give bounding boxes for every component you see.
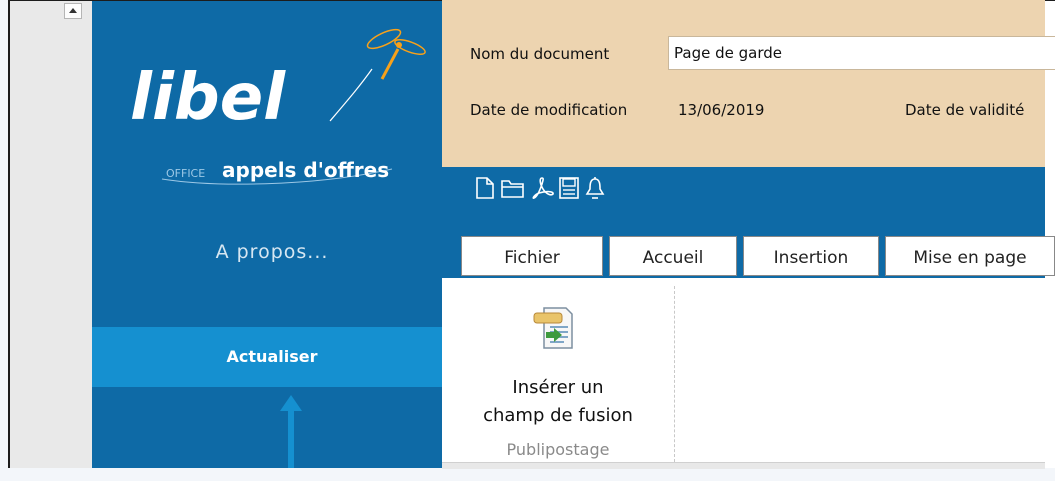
new-document-icon[interactable] <box>474 176 496 200</box>
group-label-publipostage: Publipostage <box>506 440 610 459</box>
document-name-field[interactable]: Page de garde <box>668 36 1055 70</box>
logo-office: OFFICE <box>166 167 205 180</box>
libel-logo: libel OFFICE appels d'offres <box>130 28 426 185</box>
document-properties-panel: Nom du document Page de garde Date de mo… <box>442 0 1055 168</box>
ribbon-panel: Insérer un champ de fusion Publipostage <box>442 278 1045 468</box>
pdf-icon[interactable] <box>530 176 556 200</box>
group-divider <box>674 286 675 462</box>
logo-tagline: appels d'offres <box>222 158 389 182</box>
dragonfly-icon <box>366 28 426 80</box>
open-folder-icon[interactable] <box>500 176 526 200</box>
bell-icon[interactable] <box>584 176 606 200</box>
merge-button-label-line1: Insérer un <box>512 377 604 398</box>
arrow-up-icon <box>280 395 302 468</box>
validity-date-label: Date de validité <box>905 101 1025 119</box>
tab-mise-en-page[interactable]: Mise en page <box>885 236 1055 276</box>
scroll-up-button[interactable] <box>64 3 82 19</box>
ribbon-tab-bar: Fichier Accueil Insertion Mise en page <box>442 233 1055 278</box>
logo-word: libel <box>130 61 286 135</box>
document-name-label: Nom du document <box>470 45 610 63</box>
modification-date-value: 13/06/2019 <box>678 101 765 119</box>
modification-date-label: Date de modification <box>470 101 628 119</box>
insert-merge-field-button[interactable]: Insérer un champ de fusion <box>448 282 668 432</box>
about-link[interactable]: A propos... <box>92 241 452 263</box>
merge-button-label: Insérer un champ de fusion <box>448 374 668 430</box>
merge-button-label-line2: champ de fusion <box>483 405 633 426</box>
merge-field-icon <box>533 307 573 349</box>
save-icon[interactable] <box>558 176 580 200</box>
tab-accueil[interactable]: Accueil <box>609 236 737 276</box>
sidebar: libel OFFICE appels d'offres A propos...… <box>92 1 452 468</box>
left-scrollbar[interactable] <box>10 1 93 468</box>
tab-insertion[interactable]: Insertion <box>743 236 879 276</box>
ribbon-bottom-edge <box>442 462 1045 469</box>
refresh-button[interactable]: Actualiser <box>92 327 452 387</box>
tab-fichier[interactable]: Fichier <box>461 236 603 276</box>
